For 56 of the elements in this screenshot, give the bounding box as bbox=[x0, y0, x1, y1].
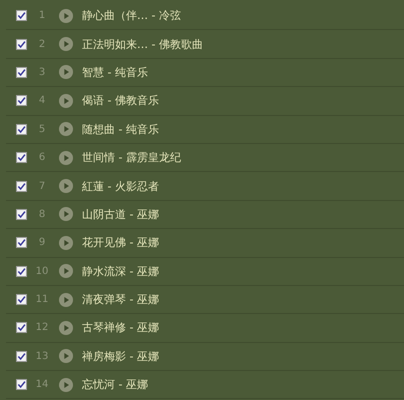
track-number: 8 bbox=[38, 208, 46, 220]
play-icon[interactable] bbox=[59, 179, 73, 194]
track-number: 6 bbox=[38, 152, 46, 164]
checkbox[interactable] bbox=[16, 294, 27, 306]
play-icon[interactable] bbox=[59, 292, 73, 307]
play-icon[interactable] bbox=[59, 320, 73, 335]
track-title[interactable]: 偈语 - 佛教音乐 bbox=[82, 93, 159, 108]
track-number: 10 bbox=[34, 266, 50, 277]
track-number: 5 bbox=[38, 124, 46, 135]
play-icon[interactable] bbox=[59, 349, 73, 364]
play-icon[interactable] bbox=[59, 236, 73, 250]
checkbox[interactable] bbox=[16, 66, 27, 78]
track-title[interactable]: 静水流深 - 巫娜 bbox=[82, 264, 159, 279]
checkbox[interactable] bbox=[16, 95, 27, 106]
track-title[interactable]: 禅房梅影 - 巫娜 bbox=[82, 348, 159, 364]
play-icon[interactable] bbox=[59, 122, 73, 136]
play-icon[interactable] bbox=[59, 94, 73, 108]
track-number: 9 bbox=[38, 237, 46, 248]
track-title[interactable]: 花开见佛 - 巫娜 bbox=[82, 235, 159, 250]
track-number: 13 bbox=[34, 350, 50, 362]
checkbox[interactable] bbox=[16, 152, 27, 164]
track-title[interactable]: 忘忧河 - 巫娜 bbox=[82, 377, 148, 392]
play-icon[interactable] bbox=[59, 264, 73, 278]
track-number: 1 bbox=[38, 10, 46, 22]
track-number: 11 bbox=[34, 294, 50, 306]
checkbox[interactable] bbox=[16, 38, 27, 50]
track-number: 12 bbox=[34, 322, 50, 334]
track-title[interactable]: 清夜弹琴 - 巫娜 bbox=[82, 292, 159, 308]
play-icon[interactable] bbox=[59, 150, 73, 165]
track-number: 7 bbox=[38, 180, 46, 192]
play-icon[interactable] bbox=[59, 8, 73, 23]
play-icon[interactable] bbox=[59, 37, 73, 52]
track-title[interactable]: 静心曲（伴… - 冷弦 bbox=[82, 8, 181, 24]
track-title[interactable]: 古琴禅修 - 巫娜 bbox=[82, 320, 159, 336]
checkbox[interactable] bbox=[16, 180, 27, 192]
track-number: 2 bbox=[38, 38, 46, 50]
track-title[interactable]: 山阴古道 - 巫娜 bbox=[82, 206, 159, 222]
play-icon[interactable] bbox=[59, 378, 73, 392]
play-icon[interactable] bbox=[59, 65, 73, 80]
track-title[interactable]: 随想曲 - 纯音乐 bbox=[82, 122, 159, 137]
checkbox[interactable] bbox=[16, 350, 27, 362]
track-title[interactable]: 正法明如来… - 佛教歌曲 bbox=[82, 36, 203, 52]
checkbox[interactable] bbox=[16, 266, 27, 277]
play-icon[interactable] bbox=[59, 207, 73, 222]
checkbox[interactable] bbox=[16, 322, 27, 334]
checkbox[interactable] bbox=[16, 10, 27, 22]
checkbox[interactable] bbox=[16, 124, 27, 135]
checkbox[interactable] bbox=[16, 208, 27, 220]
checkbox[interactable] bbox=[16, 379, 27, 390]
track-number: 3 bbox=[38, 66, 46, 78]
track-number: 4 bbox=[38, 95, 46, 106]
track-number: 14 bbox=[34, 379, 50, 390]
track-title[interactable]: 智慧 - 纯音乐 bbox=[82, 64, 148, 80]
checkbox[interactable] bbox=[16, 237, 27, 248]
track-title[interactable]: 紅蓮 - 火影忍者 bbox=[82, 178, 159, 194]
track-title[interactable]: 世间情 - 霹雳皇龙纪 bbox=[82, 150, 181, 166]
